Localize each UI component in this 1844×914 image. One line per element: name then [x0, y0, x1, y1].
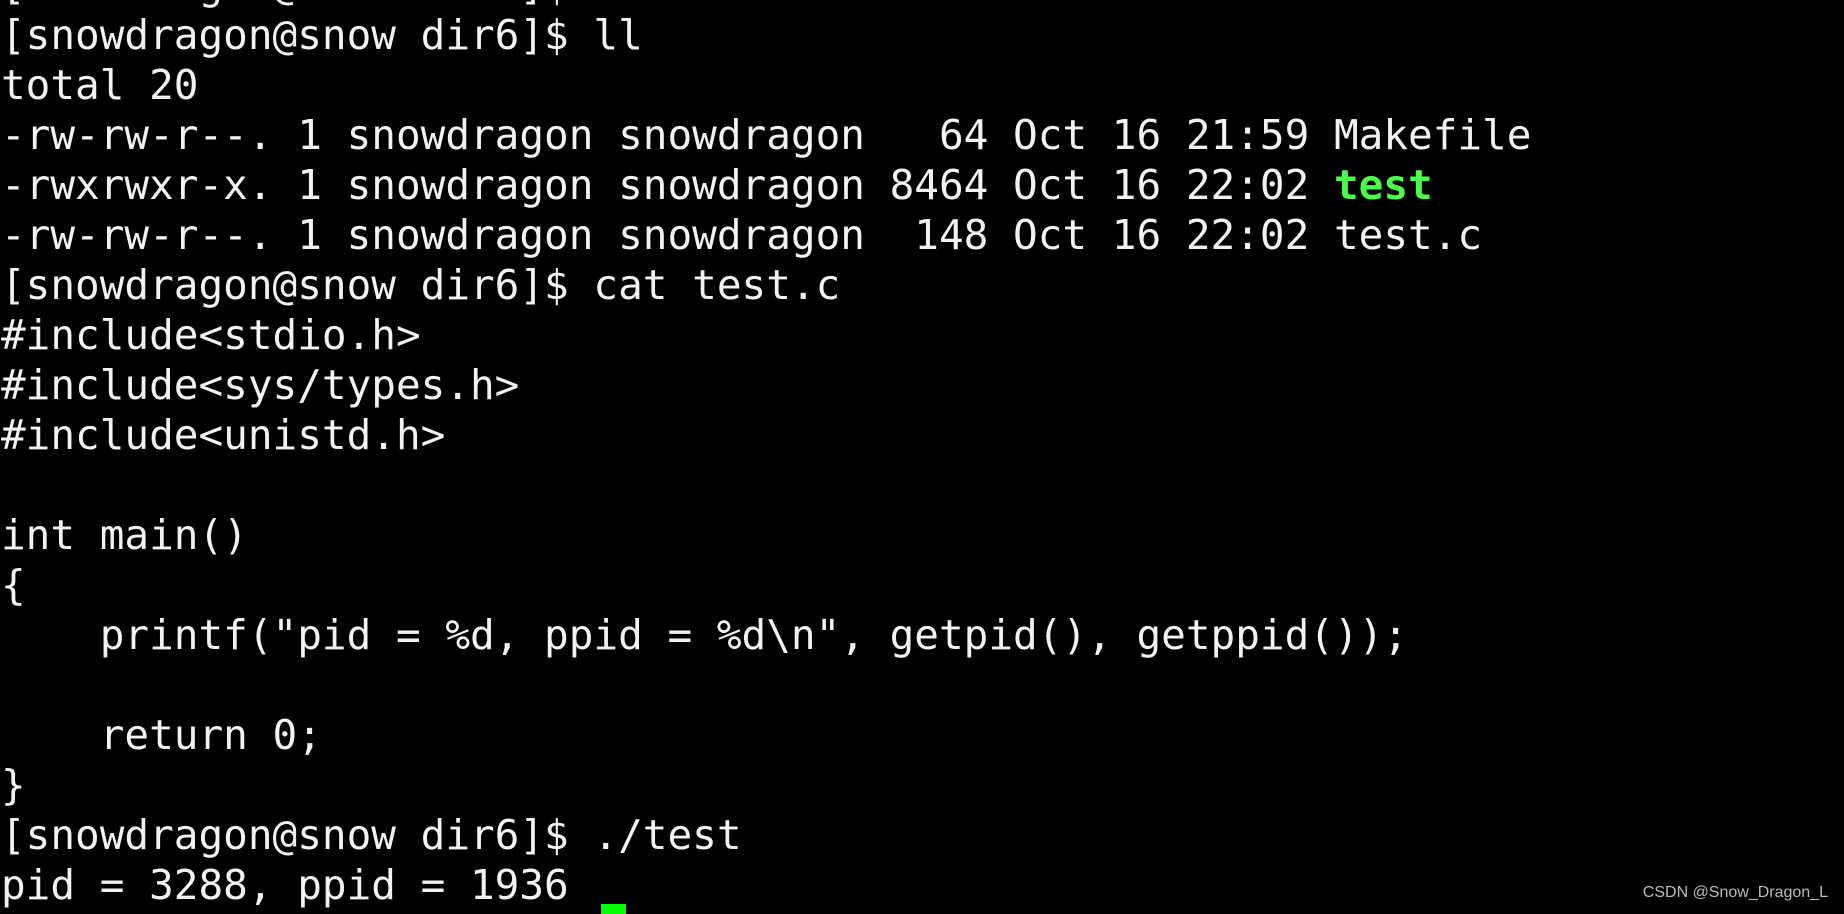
prompt-line: [snowdragon@snow dir6]$ cat test.c: [1, 261, 841, 309]
prompt-line: [snowdragon@snow dir6]$ ./test: [1, 811, 742, 859]
output-line: pid = 3288, ppid = 1936: [1, 861, 569, 909]
file-name: Makefile: [1333, 111, 1532, 159]
file-row: -rwxrwxr-x. 1 snowdragon snowdragon 8464…: [1, 160, 1531, 210]
prompt-line: [snowdragon@snow dir6]$: [1, 0, 1531, 10]
terminal-cursor: [601, 904, 626, 914]
prompt-line: [snowdragon@snow dir6]$ ll: [1, 11, 643, 59]
code-line: printf("pid = %d, ppid = %d\n", getpid()…: [1, 611, 1408, 659]
code-line: #include<sys/types.h>: [1, 361, 520, 409]
code-line: {: [1, 561, 26, 609]
file-name-executable: test: [1333, 161, 1433, 209]
file-row: -rw-rw-r--. 1 snowdragon snowdragon 148 …: [1, 210, 1531, 260]
file-meta: -rw-rw-r--. 1 snowdragon snowdragon 148 …: [1, 211, 1334, 259]
file-name: test.c: [1333, 211, 1483, 259]
code-line: #include<unistd.h>: [1, 411, 446, 459]
output-line: total 20: [1, 61, 199, 109]
code-line: return 0;: [1, 711, 322, 759]
file-meta: -rw-rw-r--. 1 snowdragon snowdragon 64 O…: [1, 111, 1334, 159]
file-meta: -rwxrwxr-x. 1 snowdragon snowdragon 8464…: [1, 161, 1334, 209]
code-line: int main(): [1, 511, 248, 559]
file-row: -rw-rw-r--. 1 snowdragon snowdragon 64 O…: [1, 110, 1531, 160]
code-line: #include<stdio.h>: [1, 311, 421, 359]
code-line: }: [1, 761, 26, 809]
watermark: CSDN @Snow_Dragon_L: [1642, 884, 1828, 901]
terminal-output[interactable]: [snowdragon@snow dir6]$[snowdragon@snow …: [1, 0, 1531, 910]
